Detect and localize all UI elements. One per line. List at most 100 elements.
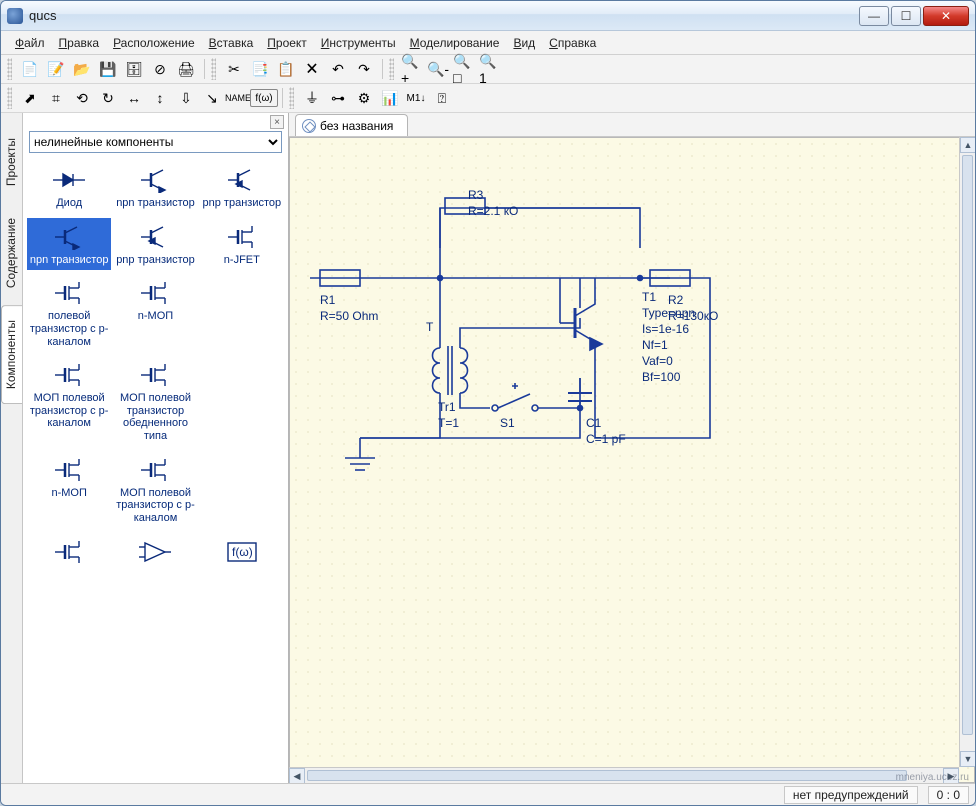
cut-button[interactable]: ✂ xyxy=(222,57,246,81)
component-item[interactable]: n-МОП xyxy=(113,274,197,352)
save-button[interactable]: 💾 xyxy=(96,57,120,81)
flip-h-button[interactable]: ↔ xyxy=(122,86,146,110)
zoom-11-button[interactable]: 🔍1 xyxy=(478,57,502,81)
ground-button[interactable]: ⏚ xyxy=(300,86,324,110)
component-item[interactable]: Диод xyxy=(27,161,111,214)
port-button[interactable]: ⊶ xyxy=(326,86,350,110)
vertical-scrollbar[interactable]: ▲ ▼ xyxy=(959,137,975,767)
component-icon xyxy=(49,455,89,485)
close-doc-button[interactable]: ⊘ xyxy=(148,57,172,81)
label-t1b: Is=1e-16 xyxy=(642,322,689,336)
toolbar-grip[interactable] xyxy=(389,58,394,80)
component-item[interactable] xyxy=(200,274,284,352)
menu-edit[interactable]: Правка xyxy=(53,34,106,52)
toolbar-grip[interactable] xyxy=(211,58,216,80)
scroll-thumb-v[interactable] xyxy=(962,155,973,735)
zoom-fit-button[interactable]: 🔍□ xyxy=(452,57,476,81)
whatsthis-button[interactable]: ⍰ xyxy=(430,86,454,110)
edit-circuit-button[interactable]: ⌗ xyxy=(44,86,68,110)
component-item[interactable] xyxy=(113,533,197,573)
label-c1v: C=1 pF xyxy=(586,432,626,446)
menu-help[interactable]: Справка xyxy=(543,34,602,52)
simulate-button[interactable]: ⚙ xyxy=(352,86,376,110)
scroll-left-button[interactable]: ◀ xyxy=(289,768,305,783)
menu-layout[interactable]: Расположение xyxy=(107,34,201,52)
rotate-button[interactable]: ↻ xyxy=(96,86,120,110)
toolbar-grip[interactable] xyxy=(7,87,12,109)
component-item[interactable]: n-МОП xyxy=(27,451,111,529)
doc-tab-untitled[interactable]: без названия xyxy=(295,114,408,136)
select-button[interactable]: ⬈ xyxy=(18,86,42,110)
schematic-canvas[interactable]: R3 R=2.1 кО R1 R=50 Ohm R2 R=130кО T1 Ty… xyxy=(289,137,975,783)
component-item[interactable]: n-JFET xyxy=(200,218,284,271)
component-label: МОП полевой транзистор с p-каналом xyxy=(115,487,195,525)
component-icon xyxy=(222,455,262,485)
copy-button[interactable]: 📑 xyxy=(248,57,272,81)
flip-v-button[interactable]: ↕ xyxy=(148,86,172,110)
label-t1c: Nf=1 xyxy=(642,338,668,352)
wire-label-button[interactable]: NAME xyxy=(226,86,250,110)
component-icon xyxy=(222,278,262,308)
scroll-thumb-h[interactable] xyxy=(307,770,907,781)
save-all-button[interactable]: 🗄 xyxy=(122,57,146,81)
undo-button[interactable]: ↶ xyxy=(326,57,350,81)
marker-button[interactable]: M1↓ xyxy=(404,86,428,110)
menu-project[interactable]: Проект xyxy=(261,34,313,52)
new-text-button[interactable]: 📝 xyxy=(44,57,68,81)
minimize-button[interactable]: — xyxy=(859,6,889,26)
toolbar-grip[interactable] xyxy=(289,87,294,109)
toolbar-grip[interactable] xyxy=(7,58,12,80)
component-category-combo[interactable]: нелинейные компоненты xyxy=(29,131,282,153)
close-button[interactable]: ✕ xyxy=(923,6,969,26)
menu-sim[interactable]: Моделирование xyxy=(404,34,506,52)
component-item[interactable]: pnp транзистор xyxy=(113,218,197,271)
canvas-area: R3 R=2.1 кО R1 R=50 Ohm R2 R=130кО T1 Ty… xyxy=(289,137,975,783)
mirror-button[interactable]: ⟲ xyxy=(70,86,94,110)
component-item[interactable]: полевой транзистор с p-каналом xyxy=(27,274,111,352)
menu-view[interactable]: Вид xyxy=(507,34,541,52)
maximize-button[interactable]: ☐ xyxy=(891,6,921,26)
print-button[interactable]: 🖨 xyxy=(174,57,198,81)
open-button[interactable]: 📂 xyxy=(70,57,94,81)
menu-file[interactable]: Файл xyxy=(9,34,51,52)
component-item[interactable]: f(ω) xyxy=(200,533,284,573)
component-item[interactable]: npn транзистор xyxy=(27,218,111,271)
component-icon xyxy=(135,360,175,390)
component-item[interactable] xyxy=(200,451,284,529)
delete-button[interactable]: 🗙 xyxy=(300,57,324,81)
component-item[interactable] xyxy=(27,533,111,573)
side-tab-projects[interactable]: Проекты xyxy=(1,123,22,201)
component-item[interactable]: npn транзистор xyxy=(113,161,197,214)
zoom-in-button[interactable]: 🔍+ xyxy=(400,57,424,81)
component-icon: f(ω) xyxy=(222,537,262,567)
label-c1: C1 xyxy=(586,416,601,430)
side-tab-components[interactable]: Компоненты xyxy=(1,305,22,404)
scroll-up-button[interactable]: ▲ xyxy=(960,137,975,153)
menu-tools[interactable]: Инструменты xyxy=(315,34,402,52)
category-select[interactable]: нелинейные компоненты xyxy=(29,131,282,153)
component-item[interactable]: pnp транзистор xyxy=(200,161,284,214)
paste-button[interactable]: 📋 xyxy=(274,57,298,81)
label-t1e: Bf=100 xyxy=(642,370,680,384)
redo-button[interactable]: ↷ xyxy=(352,57,376,81)
main-area: Проекты Содержание Компоненты × нелинейн… xyxy=(1,113,975,783)
component-icon xyxy=(49,165,89,195)
component-item[interactable]: МОП полевой транзистор обедненного типа xyxy=(113,356,197,447)
zoom-out-button[interactable]: 🔍- xyxy=(426,57,450,81)
menu-insert[interactable]: Вставка xyxy=(203,34,260,52)
panel-close-button[interactable]: × xyxy=(270,115,284,129)
data-display-button[interactable]: 📊 xyxy=(378,86,402,110)
component-icon xyxy=(135,222,175,252)
side-tab-content[interactable]: Содержание xyxy=(1,203,22,303)
scroll-down-button[interactable]: ▼ xyxy=(960,751,975,767)
component-item[interactable]: МОП полевой транзистор с p-каналом xyxy=(27,356,111,447)
deactivate-button[interactable]: ⇩ xyxy=(174,86,198,110)
equation-button[interactable]: f(ω) xyxy=(252,86,276,110)
component-item[interactable]: МОП полевой транзистор с p-каналом xyxy=(113,451,197,529)
canvas-wrap: без названия xyxy=(289,113,975,783)
component-icon xyxy=(49,360,89,390)
component-item[interactable] xyxy=(200,356,284,447)
new-file-button[interactable]: 📄 xyxy=(18,57,42,81)
horizontal-scrollbar[interactable]: ◀ ▶ xyxy=(289,767,959,783)
component-label: МОП полевой транзистор с p-каналом xyxy=(29,392,109,430)
